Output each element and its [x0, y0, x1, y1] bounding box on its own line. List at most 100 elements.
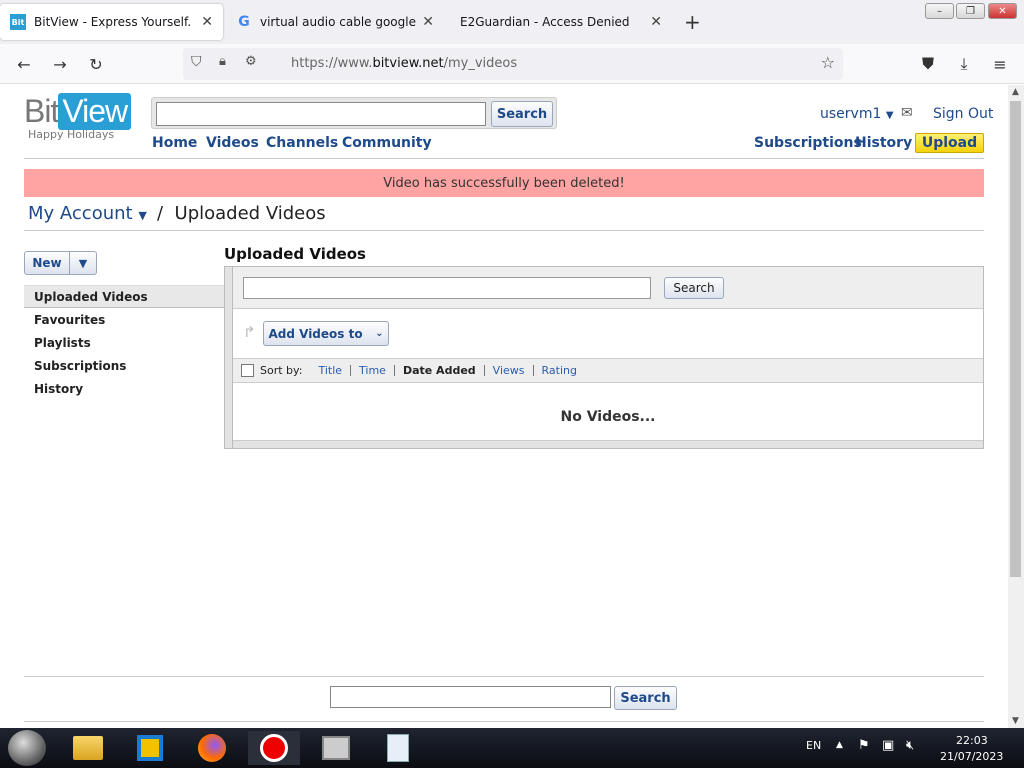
video-search-input[interactable] [243, 277, 651, 299]
maximize-button[interactable]: ❐ [956, 3, 985, 19]
volume-muted-icon[interactable]: 🔇︎ [906, 738, 914, 753]
bookmark-star-icon[interactable]: ☆ [821, 53, 835, 72]
shield-icon[interactable]: ⛉ [191, 54, 202, 70]
scroll-down-icon[interactable]: ▼ [1012, 716, 1019, 726]
mail-icon[interactable]: ✉ [901, 105, 913, 121]
subscriptions-link[interactable]: Subscriptions [754, 135, 862, 151]
upload-button[interactable]: Upload [915, 133, 984, 153]
web-page: Bit View Happy Holidays Search Home Video… [0, 85, 1008, 728]
back-button[interactable]: ← [12, 52, 36, 76]
new-dropdown-button[interactable]: ▼ [70, 251, 97, 275]
sort-bar: Sort by: Title Time Date Added Views Rat… [233, 359, 983, 383]
divider [24, 158, 984, 159]
file-explorer-icon[interactable] [62, 731, 114, 765]
disk-utility-icon[interactable] [310, 731, 362, 765]
sort-date-added[interactable]: Date Added [395, 365, 485, 376]
sign-out-link[interactable]: Sign Out [933, 106, 993, 122]
language-indicator[interactable]: EN [806, 739, 821, 752]
taskbar: EN ▲ ⚑ ▣ 🔇︎ 22:03 21/07/2023 [0, 728, 1024, 768]
pocket-icon[interactable]: ⛊ [916, 52, 940, 76]
panel-footer [233, 440, 983, 448]
username: uservm1 [820, 106, 882, 122]
minimize-button[interactable]: – [925, 3, 954, 19]
clock-date[interactable]: 21/07/2023 [940, 750, 1003, 763]
page-scrollbar[interactable]: ▲ ▼ [1008, 85, 1024, 728]
empty-message: No Videos... [560, 409, 656, 425]
text-document-icon[interactable] [372, 731, 424, 765]
reload-button[interactable]: ↻ [84, 52, 108, 76]
panel-left-edge [225, 267, 233, 448]
scroll-up-icon[interactable]: ▲ [1012, 87, 1019, 97]
my-account-menu[interactable]: My Account ▼ [28, 203, 147, 224]
network-icon[interactable]: ▣ [882, 738, 894, 753]
divider [24, 676, 984, 677]
sidebar-item-uploaded-videos[interactable]: Uploaded Videos [24, 285, 224, 308]
permissions-icon[interactable]: ⚙ [245, 54, 257, 69]
lock-icon[interactable]: 🔒︎ [219, 54, 226, 69]
nav-community[interactable]: Community [342, 135, 432, 151]
url-bar[interactable]: ⛉ 🔒︎ ⚙ https://www.bitview.net/my_videos… [183, 48, 843, 80]
videos-panel: Search ↱ Add Videos to ⌄ Sort by: Title … [224, 266, 984, 449]
add-videos-to-dropdown[interactable]: Add Videos to ⌄ [263, 321, 389, 346]
url-text[interactable]: https://www.bitview.net/my_videos [291, 56, 517, 71]
my-account-label: My Account [28, 203, 133, 224]
sidebar-item-playlists[interactable]: Playlists [24, 331, 224, 354]
page-heading: Uploaded Videos [224, 245, 366, 263]
breadcrumb: / Uploaded Videos [157, 203, 326, 224]
close-icon[interactable]: ✕ [201, 14, 213, 30]
sort-title[interactable]: Title [310, 365, 352, 376]
breadcrumb-current: Uploaded Videos [174, 203, 326, 224]
logo-view-text: View [58, 93, 132, 130]
tab-title: BitView - Express Yourself. [34, 15, 192, 29]
chevron-down-icon: ▼ [78, 256, 88, 270]
close-icon[interactable]: ✕ [650, 14, 662, 30]
video-search-button[interactable]: Search [664, 277, 724, 299]
select-all-checkbox[interactable] [241, 364, 254, 377]
history-link[interactable]: History [855, 135, 912, 151]
site-search-box: Search [151, 97, 557, 129]
show-hidden-icons-icon[interactable]: ▲ [836, 740, 843, 750]
nav-home[interactable]: Home [152, 135, 197, 151]
breadcrumb-separator: / [157, 203, 164, 224]
tab-google[interactable]: G virtual audio cable google drive ✕ [226, 4, 444, 40]
sidebar-item-history[interactable]: History [24, 377, 224, 400]
screen-recorder-icon[interactable] [248, 731, 300, 765]
logo-bit-text: Bit [24, 93, 59, 129]
actions-bar: ↱ Add Videos to ⌄ [233, 309, 983, 359]
nav-videos[interactable]: Videos [206, 135, 259, 151]
clock-time[interactable]: 22:03 [956, 734, 988, 747]
success-message: Video has successfully been deleted! [24, 169, 984, 197]
sort-time[interactable]: Time [351, 365, 395, 376]
close-window-button[interactable]: ✕ [988, 3, 1017, 19]
tab-bitview[interactable]: Bit BitView - Express Yourself. ✕ [0, 4, 223, 40]
tab-title: virtual audio cable google drive [260, 15, 416, 29]
tab-title: E2Guardian - Access Denied [460, 15, 630, 29]
tab-bar: Bit BitView - Express Yourself. ✕ G virt… [0, 0, 1024, 44]
virtualbox-icon[interactable] [124, 731, 176, 765]
divider [24, 721, 984, 722]
sidebar-item-subscriptions[interactable]: Subscriptions [24, 354, 224, 377]
site-search-input[interactable] [156, 102, 486, 126]
add-videos-label: Add Videos to [268, 326, 363, 341]
user-menu[interactable]: uservm1 ▼ [820, 106, 894, 122]
tab-e2guardian[interactable]: E2Guardian - Access Denied ✕ [450, 4, 672, 40]
share-arrow-icon: ↱ [243, 323, 256, 341]
new-button[interactable]: New [24, 251, 70, 275]
footer-search-input[interactable] [330, 686, 611, 708]
sort-views[interactable]: Views [485, 365, 534, 376]
scrollbar-thumb[interactable] [1010, 101, 1021, 577]
footer-search-button[interactable]: Search [614, 686, 677, 710]
action-center-flag-icon[interactable]: ⚑ [858, 738, 870, 753]
sidebar-item-favourites[interactable]: Favourites [24, 308, 224, 331]
close-icon[interactable]: ✕ [422, 14, 434, 30]
new-tab-button[interactable]: + [684, 10, 701, 34]
nav-channels[interactable]: Channels [266, 135, 338, 151]
start-button[interactable] [8, 730, 46, 766]
downloads-icon[interactable]: ⤓ [952, 52, 976, 76]
bitview-logo[interactable]: Bit View Happy Holidays [24, 93, 132, 141]
firefox-icon[interactable] [186, 731, 238, 765]
forward-button[interactable]: → [48, 52, 72, 76]
menu-icon[interactable]: ≡ [988, 52, 1012, 76]
site-search-button[interactable]: Search [491, 101, 553, 127]
sort-rating[interactable]: Rating [534, 365, 585, 376]
